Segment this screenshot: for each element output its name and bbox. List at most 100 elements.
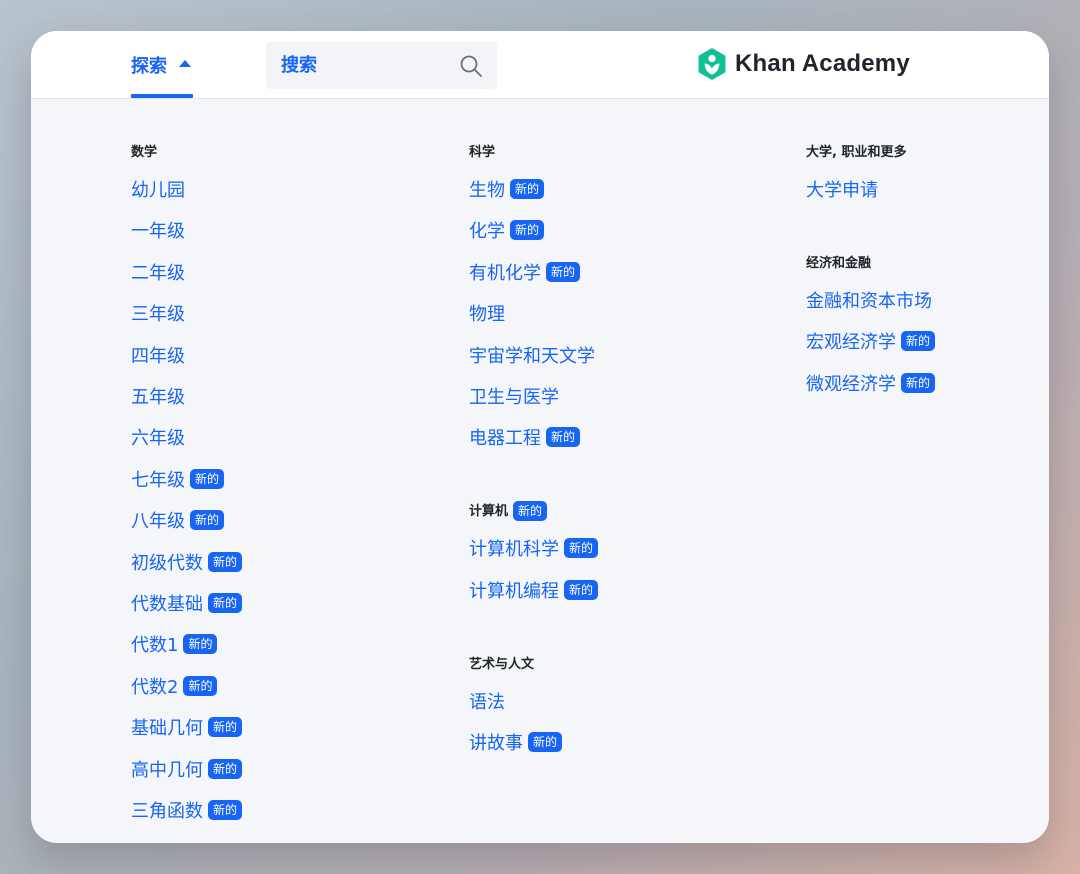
- subject-link[interactable]: 四年级: [131, 342, 185, 368]
- subject-link[interactable]: 宏观经济学 新的: [806, 328, 936, 354]
- subject-link-label: 宏观经济学: [806, 332, 896, 354]
- new-badge: 新的: [510, 179, 545, 199]
- section-heading: 计算机 新的: [469, 500, 548, 522]
- section-heading: 科学: [469, 141, 495, 160]
- new-badge: 新的: [546, 427, 581, 448]
- subject-link[interactable]: 计算机编程 新的: [469, 577, 599, 603]
- subject-link[interactable]: 有机化学 新的: [469, 259, 581, 285]
- new-badge: 新的: [208, 800, 243, 820]
- new-badge: 新的: [901, 331, 936, 352]
- explore-menu-button[interactable]: 探索: [131, 31, 191, 98]
- subject-link[interactable]: 幼儿园: [131, 176, 185, 202]
- subject-link-label: 五年级: [131, 387, 185, 408]
- subject-link[interactable]: 七年级 新的: [131, 466, 225, 492]
- section-heading-label: 数学: [131, 145, 158, 160]
- new-badge: 新的: [208, 758, 243, 779]
- subject-link-label: 代数2: [131, 676, 179, 698]
- section-heading-label: 计算机: [469, 504, 509, 520]
- subject-link-label: 生物: [469, 180, 505, 201]
- subject-link-label: 金融和资本市场: [806, 291, 932, 312]
- subject-link[interactable]: 金融和资本市场: [806, 287, 932, 313]
- new-badge: 新的: [208, 551, 243, 572]
- new-badge: 新的: [190, 468, 225, 489]
- section-heading: 大学, 职业和更多: [806, 141, 906, 160]
- subject-link[interactable]: 初级代数 新的: [131, 549, 243, 575]
- subject-link-label: 电器工程: [469, 428, 541, 450]
- section-heading: 数学: [131, 141, 157, 160]
- subject-link-label: 微观经济学: [806, 373, 896, 395]
- subject-link-label: 一年级: [131, 221, 185, 243]
- new-badge: 新的: [510, 220, 545, 241]
- section-heading-label: 科学: [469, 145, 496, 160]
- subject-link[interactable]: 生物 新的: [469, 176, 545, 202]
- subject-link[interactable]: 二年级: [131, 259, 185, 285]
- search-placeholder: 搜索: [281, 55, 317, 76]
- subject-link[interactable]: 代数2 新的: [131, 673, 218, 699]
- top-navigation-bar: 探索 搜索 Khan Academy: [31, 31, 1049, 99]
- subject-link[interactable]: 讲故事 新的: [469, 729, 563, 755]
- subject-link[interactable]: 化学 新的: [469, 217, 545, 243]
- new-badge: 新的: [513, 501, 548, 522]
- subject-link[interactable]: 物理: [469, 300, 505, 326]
- subject-link-label: 三年级: [131, 304, 185, 326]
- subject-link[interactable]: 代数1 新的: [131, 631, 218, 657]
- subject-link[interactable]: 电器工程 新的: [469, 424, 581, 450]
- new-badge: 新的: [564, 538, 599, 559]
- explore-menu-window: 探索 搜索 Khan Academy 数学幼儿园一年级二年级三年级四年级五年级六…: [31, 31, 1049, 843]
- subject-link-label: 卫生与医学: [469, 387, 559, 408]
- subject-link-label: 六年级: [131, 428, 185, 450]
- subject-link[interactable]: 宇宙学和天文学: [469, 342, 595, 368]
- subject-link-label: 大学申请: [806, 180, 878, 201]
- section-heading-label: 艺术与人文: [469, 656, 535, 672]
- new-badge: 新的: [208, 593, 243, 613]
- khan-academy-logo-icon: [698, 48, 726, 80]
- search-icon[interactable]: [459, 54, 483, 78]
- explore-active-indicator: [131, 94, 193, 98]
- subject-link-label: 初级代数: [131, 552, 203, 574]
- new-badge: 新的: [183, 675, 218, 696]
- subject-link[interactable]: 语法: [469, 688, 505, 714]
- subject-link[interactable]: 六年级: [131, 424, 185, 450]
- subject-link-label: 七年级: [131, 469, 185, 491]
- subject-link-label: 二年级: [131, 262, 185, 284]
- subject-link[interactable]: 卫生与医学: [469, 383, 559, 409]
- section-heading: 艺术与人文: [469, 653, 534, 672]
- section-heading-label: 经济和金融: [806, 256, 872, 271]
- subject-link-label: 化学: [469, 221, 505, 243]
- subject-link-label: 代数基础: [131, 594, 203, 615]
- caret-up-icon: [179, 60, 191, 67]
- subject-link-label: 语法: [469, 691, 505, 713]
- new-badge: 新的: [190, 510, 225, 531]
- search-field[interactable]: 搜索: [266, 42, 497, 89]
- explore-label: 探索: [131, 55, 167, 77]
- subject-link[interactable]: 代数基础 新的: [131, 590, 243, 616]
- subject-link[interactable]: 八年级 新的: [131, 507, 225, 533]
- subject-link[interactable]: 高中几何 新的: [131, 756, 243, 782]
- subject-link[interactable]: 计算机科学 新的: [469, 535, 599, 561]
- subject-link[interactable]: 大学申请: [806, 176, 878, 202]
- subject-link[interactable]: 三年级: [131, 300, 185, 326]
- subject-link-label: 有机化学: [469, 262, 541, 284]
- subject-link-label: 计算机编程: [469, 580, 559, 602]
- subject-link[interactable]: 三角函数 新的: [131, 797, 243, 823]
- subject-link[interactable]: 一年级: [131, 217, 185, 243]
- new-badge: 新的: [528, 732, 563, 753]
- subject-link-label: 宇宙学和天文学: [469, 345, 595, 367]
- new-badge: 新的: [183, 634, 218, 655]
- subject-link[interactable]: 基础几何 新的: [131, 714, 243, 740]
- new-badge: 新的: [208, 717, 243, 738]
- subject-link-label: 四年级: [131, 345, 185, 367]
- subject-link-label: 基础几何: [131, 718, 203, 740]
- khan-academy-logo[interactable]: Khan Academy: [697, 46, 910, 82]
- section-heading-label: 大学, 职业和更多: [806, 145, 907, 160]
- new-badge: 新的: [546, 261, 581, 282]
- subject-link-label: 八年级: [131, 511, 185, 533]
- new-badge: 新的: [564, 579, 599, 600]
- subject-link-label: 高中几何: [131, 759, 203, 781]
- subject-link-label: 幼儿园: [131, 180, 185, 201]
- subject-link-label: 三角函数: [131, 801, 203, 822]
- subject-link-label: 计算机科学: [469, 539, 559, 561]
- new-badge: 新的: [901, 372, 936, 393]
- subject-link[interactable]: 微观经济学 新的: [806, 370, 936, 396]
- subject-link[interactable]: 五年级: [131, 383, 185, 409]
